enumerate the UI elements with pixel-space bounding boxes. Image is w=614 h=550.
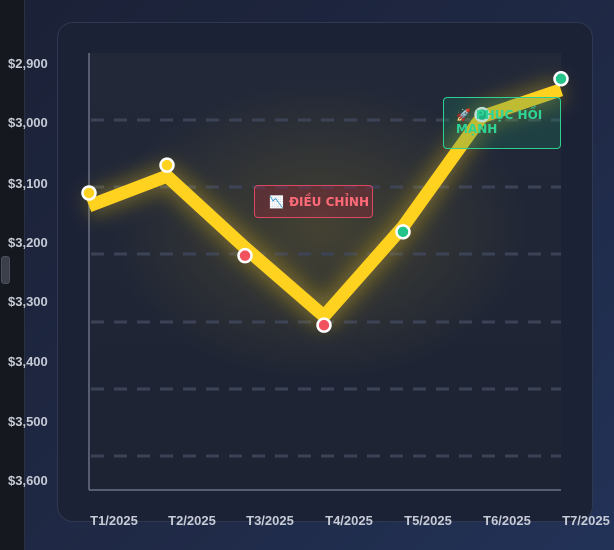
rocket-icon: 🚀 bbox=[456, 108, 471, 122]
x-tick-label: T5/2025 bbox=[404, 513, 452, 528]
data-point bbox=[316, 317, 332, 333]
data-point bbox=[553, 71, 569, 87]
data-point bbox=[237, 247, 253, 264]
x-tick-label: T3/2025 bbox=[246, 513, 294, 528]
annotation-recovery: 🚀 PHỤC HỒI MẠNH bbox=[443, 97, 561, 149]
y-axis-ticks: $2,900 $3,000 $3,100 $3,200 $3,300 $3,400 $3,5… bbox=[8, 56, 48, 488]
y-tick-label: $3,100 bbox=[8, 176, 48, 191]
y-tick-label: $3,200 bbox=[8, 235, 48, 250]
x-tick-label: T6/2025 bbox=[483, 513, 531, 528]
chart-decreasing-icon: 📉 bbox=[269, 195, 284, 209]
x-axis-ticks: T1/2025 T2/2025 T3/2025 T4/2025 T5/2025 T6/20… bbox=[90, 513, 610, 528]
data-point bbox=[159, 157, 175, 173]
annotation-correction-label: ĐIỀU CHỈNH bbox=[288, 195, 369, 209]
x-tick-label: T4/2025 bbox=[325, 513, 373, 528]
page: $2,900 $3,000 $3,100 $3,200 $3,300 $3,400 $3,5… bbox=[0, 0, 614, 550]
y-tick-label: $3,400 bbox=[8, 354, 48, 369]
x-tick-label: T2/2025 bbox=[168, 513, 216, 528]
y-tick-label: $2,900 bbox=[8, 56, 48, 71]
y-tick-label: $3,600 bbox=[8, 473, 48, 488]
price-line-chart: $2,900 $3,000 $3,100 $3,200 $3,300 $3,400 $3,5… bbox=[8, 53, 610, 528]
data-point bbox=[81, 185, 97, 201]
data-point bbox=[395, 224, 411, 240]
y-tick-label: $3,300 bbox=[8, 294, 48, 309]
annotation-correction: 📉 ĐIỀU CHỈNH bbox=[254, 185, 373, 218]
y-tick-label: $3,000 bbox=[8, 115, 48, 130]
x-tick-label: T7/2025 bbox=[562, 513, 610, 528]
x-tick-label: T1/2025 bbox=[90, 513, 138, 528]
y-tick-label: $3,500 bbox=[8, 414, 48, 429]
